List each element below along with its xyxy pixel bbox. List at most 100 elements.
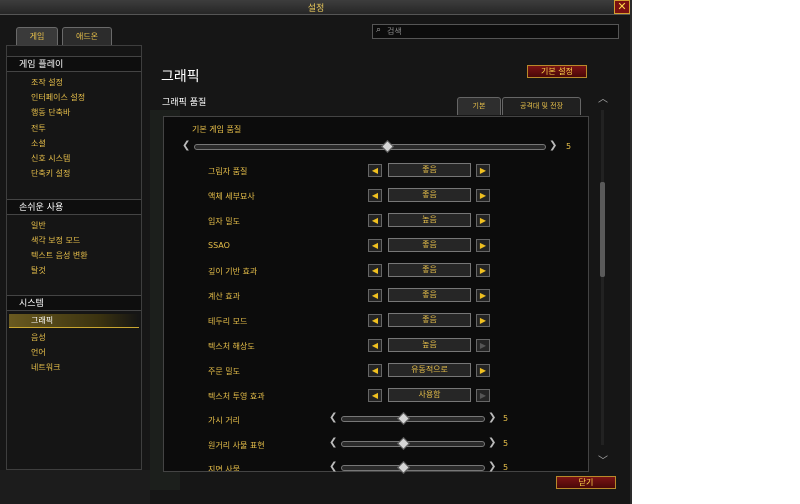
setting-prev-button[interactable]: ◀ <box>368 164 382 177</box>
settings-window: 설정 ✕ 게임 애드온 ⌕ 검색 게임 플레이 조작 설정 인터페이스 설정 행… <box>0 0 632 504</box>
slider-value: 5 <box>503 414 509 423</box>
setting-label: 입자 밀도 <box>208 217 240 226</box>
sidebar-item-colorblind[interactable]: 색각 보정 모드 <box>31 235 80 246</box>
setting-label: 테두리 모드 <box>208 317 248 326</box>
slider-label: 가시 거리 <box>208 416 240 425</box>
slider-label: 원거리 사물 표현 <box>208 441 265 450</box>
setting-next-button[interactable]: ▶ <box>476 239 490 252</box>
tab-raid-battleground[interactable]: 공격대 및 전장 <box>502 97 581 115</box>
setting-value[interactable]: 좋음 <box>388 163 471 177</box>
setting-value[interactable]: 유동적으로 <box>388 363 471 377</box>
sidebar-item-action-bars[interactable]: 행동 단축바 <box>31 107 70 118</box>
slider-increase-icon[interactable]: ❯ <box>488 437 496 448</box>
tab-addons[interactable]: 애드온 <box>62 27 112 45</box>
setting-next-button[interactable]: ▶ <box>476 289 490 302</box>
sidebar-item-interface[interactable]: 인터페이스 설정 <box>31 92 85 103</box>
background-scene-bottom <box>0 470 150 504</box>
base-quality-label: 기본 게임 품질 <box>192 125 242 134</box>
sidebar-item-audio[interactable]: 음성 <box>31 332 46 343</box>
slider-decrease-icon[interactable]: ❮ <box>329 412 337 423</box>
sidebar-item-ping-system[interactable]: 신호 시스템 <box>31 153 70 164</box>
setting-label: 액체 세부묘사 <box>208 192 255 201</box>
setting-label: 그림자 품질 <box>208 167 248 176</box>
setting-prev-button[interactable]: ◀ <box>368 389 382 402</box>
sidebar-item-general[interactable]: 일반 <box>31 220 46 231</box>
search-placeholder: 검색 <box>387 27 402 36</box>
close-icon[interactable]: ✕ <box>614 0 630 14</box>
setting-label: 텍스처 해상도 <box>208 342 255 351</box>
setting-prev-button[interactable]: ◀ <box>368 339 382 352</box>
window-title: 설정 <box>307 4 325 14</box>
slider-value: 5 <box>503 463 509 472</box>
setting-label: 계산 효과 <box>208 292 240 301</box>
slider-increase-icon[interactable]: ❯ <box>488 412 496 423</box>
sidebar-item-graphics[interactable]: 그래픽 <box>9 314 139 328</box>
setting-next-button[interactable]: ▶ <box>476 214 490 227</box>
ground-clutter-slider[interactable] <box>341 465 485 471</box>
setting-value[interactable]: 높음 <box>388 338 471 352</box>
setting-value[interactable]: 좋음 <box>388 288 471 302</box>
setting-prev-button[interactable]: ◀ <box>368 264 382 277</box>
setting-next-button[interactable]: ▶ <box>476 364 490 377</box>
sidebar-item-controls[interactable]: 조작 설정 <box>31 77 63 88</box>
sidebar: 게임 플레이 조작 설정 인터페이스 설정 행동 단축바 전투 소셜 신호 시스… <box>6 45 142 470</box>
setting-label: 깊이 기반 효과 <box>208 267 258 276</box>
base-quality-increase-icon[interactable]: ❯ <box>549 140 557 151</box>
slider-decrease-icon[interactable]: ❮ <box>329 461 337 472</box>
setting-value[interactable]: 사용함 <box>388 388 471 402</box>
tab-game[interactable]: 게임 <box>16 27 58 45</box>
setting-prev-button[interactable]: ◀ <box>368 289 382 302</box>
setting-label: 텍스처 투영 효과 <box>208 392 265 401</box>
slider-value: 5 <box>503 439 509 448</box>
scrollbar[interactable]: ︿ ﹀ <box>596 90 610 470</box>
tab-basic[interactable]: 기본 <box>457 97 501 115</box>
sidebar-header-gameplay: 게임 플레이 <box>7 56 141 72</box>
search-icon: ⌕ <box>376 25 382 35</box>
close-button[interactable]: 닫기 <box>556 476 616 489</box>
base-quality-decrease-icon[interactable]: ❮ <box>182 140 190 151</box>
sidebar-item-social[interactable]: 소셜 <box>31 138 46 149</box>
sidebar-item-combat[interactable]: 전투 <box>31 123 46 134</box>
setting-prev-button[interactable]: ◀ <box>368 239 382 252</box>
setting-next-button[interactable]: ▶ <box>476 314 490 327</box>
page-title: 그래픽 <box>161 69 200 85</box>
title-bar: 설정 ✕ <box>0 0 630 15</box>
setting-prev-button[interactable]: ◀ <box>368 189 382 202</box>
defaults-button[interactable]: 기본 설정 <box>527 65 587 78</box>
slider-decrease-icon[interactable]: ❮ <box>329 437 337 448</box>
search-input[interactable]: ⌕ 검색 <box>372 24 619 39</box>
setting-label: 주문 밀도 <box>208 367 240 376</box>
base-quality-slider[interactable] <box>194 144 546 150</box>
scroll-down-icon[interactable]: ﹀ <box>598 452 608 467</box>
sidebar-header-system: 시스템 <box>7 295 141 311</box>
setting-label: SSAO <box>208 241 230 250</box>
setting-next-button[interactable]: ▶ <box>476 339 490 352</box>
setting-value[interactable]: 좋음 <box>388 188 471 202</box>
scroll-track[interactable] <box>601 110 604 445</box>
slider-label: 지면 사물 <box>208 465 240 471</box>
sidebar-item-network[interactable]: 네트워크 <box>31 362 60 373</box>
setting-value[interactable]: 좋음 <box>388 263 471 277</box>
sidebar-item-text-to-speech[interactable]: 텍스트 음성 변환 <box>31 250 88 261</box>
setting-next-button[interactable]: ▶ <box>476 164 490 177</box>
setting-value[interactable]: 좋음 <box>388 313 471 327</box>
sidebar-header-accessibility: 손쉬운 사용 <box>7 199 141 215</box>
sidebar-item-language[interactable]: 언어 <box>31 347 46 358</box>
environment-detail-slider[interactable] <box>341 441 485 447</box>
setting-value[interactable]: 좋음 <box>388 238 471 252</box>
base-quality-value: 5 <box>566 142 572 151</box>
graphics-quality-label: 그래픽 품질 <box>162 98 207 108</box>
view-distance-slider[interactable] <box>341 416 485 422</box>
setting-value[interactable]: 높음 <box>388 213 471 227</box>
setting-prev-button[interactable]: ◀ <box>368 314 382 327</box>
setting-prev-button[interactable]: ◀ <box>368 364 382 377</box>
scroll-up-icon[interactable]: ︿ <box>598 90 608 105</box>
slider-increase-icon[interactable]: ❯ <box>488 461 496 472</box>
setting-next-button[interactable]: ▶ <box>476 389 490 402</box>
setting-prev-button[interactable]: ◀ <box>368 214 382 227</box>
setting-next-button[interactable]: ▶ <box>476 264 490 277</box>
sidebar-item-mounts[interactable]: 탈것 <box>31 265 46 276</box>
sidebar-item-keybindings[interactable]: 단축키 설정 <box>31 168 70 179</box>
setting-next-button[interactable]: ▶ <box>476 189 490 202</box>
scroll-thumb[interactable] <box>600 182 605 277</box>
